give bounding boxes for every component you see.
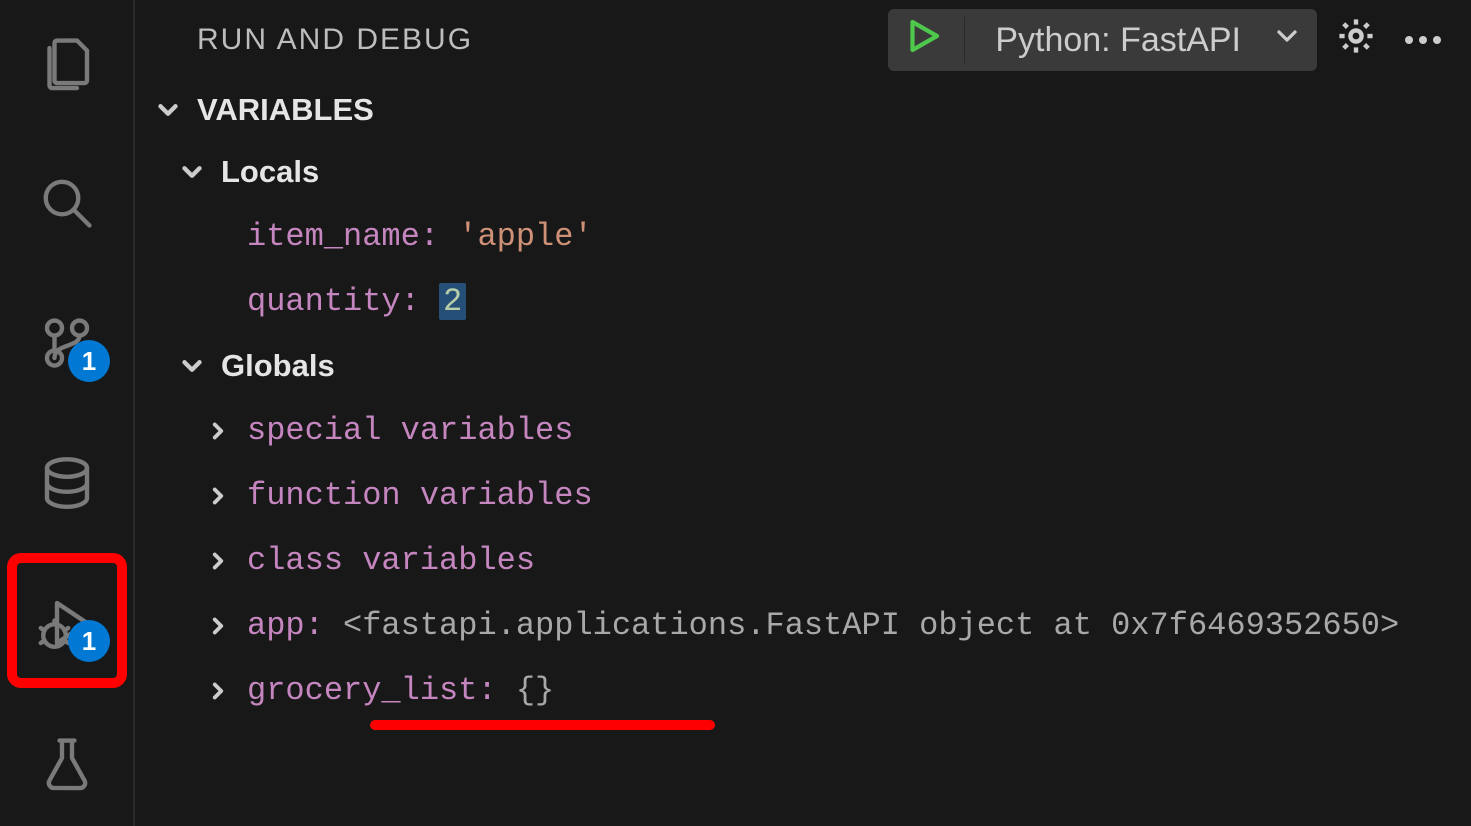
section-variables-header[interactable]: VARIABLES [135, 80, 1471, 140]
search-icon [37, 173, 97, 233]
play-icon [902, 15, 944, 57]
start-debug-button[interactable] [902, 15, 944, 65]
activity-search[interactable] [0, 168, 133, 238]
activity-data[interactable] [0, 448, 133, 518]
variable-row[interactable]: special variables [135, 398, 1471, 463]
activity-scm[interactable]: 1 [0, 308, 133, 378]
variable-name: grocery_list [247, 672, 477, 709]
ellipsis-icon [1405, 36, 1441, 44]
variable-row[interactable]: class variables [135, 528, 1471, 593]
chevron-right-icon [205, 418, 231, 444]
expand-chevron[interactable] [203, 678, 233, 704]
variable-value: 2 [439, 283, 466, 320]
divider [964, 17, 965, 63]
annotation-underline [370, 720, 715, 730]
section-variables-label: VARIABLES [197, 92, 374, 128]
chevron-down-icon [177, 351, 207, 381]
variable-name: item_name [247, 218, 420, 255]
scope-globals-header[interactable]: Globals [135, 334, 1471, 398]
variable-row[interactable]: item_name: 'apple' [135, 204, 1471, 269]
database-icon [37, 453, 97, 513]
variable-row[interactable]: app: <fastapi.applications.FastAPI objec… [135, 593, 1471, 658]
variable-row[interactable]: quantity: 2 [135, 269, 1471, 334]
debug-badge: 1 [68, 620, 110, 662]
variable-row[interactable]: grocery_list: {} [135, 658, 1471, 723]
scope-locals-header[interactable]: Locals [135, 140, 1471, 204]
chevron-right-icon [205, 613, 231, 639]
expand-chevron[interactable] [203, 418, 233, 444]
chevron-right-icon [205, 483, 231, 509]
debug-config-selector[interactable]: Python: FastAPI [888, 9, 1317, 71]
variable-value: 'apple' [458, 218, 592, 255]
variable-name: function variables [247, 477, 593, 514]
expand-chevron[interactable] [203, 548, 233, 574]
variable-name: quantity [247, 283, 401, 320]
panel-top-actions [1335, 15, 1441, 65]
activity-bar: 1 1 [0, 0, 135, 826]
chevron-down-icon [1271, 20, 1303, 52]
activity-explorer[interactable] [0, 28, 133, 98]
files-icon [37, 33, 97, 93]
panel-title: RUN AND DEBUG [165, 23, 888, 57]
debug-settings-button[interactable] [1335, 15, 1377, 65]
chevron-right-icon [205, 548, 231, 574]
expand-chevron[interactable] [203, 483, 233, 509]
scope-label: Locals [221, 154, 319, 190]
variable-name: app [247, 607, 305, 644]
variable-row[interactable]: function variables [135, 463, 1471, 528]
scope-label: Globals [221, 348, 335, 384]
run-debug-panel: RUN AND DEBUG Python: FastAPI [135, 0, 1471, 826]
gear-icon [1335, 15, 1377, 57]
variable-value: {} [516, 672, 554, 709]
activity-testing[interactable] [0, 728, 133, 798]
variable-name: class variables [247, 542, 535, 579]
chevron-down-icon [153, 95, 183, 125]
beaker-icon [37, 733, 97, 793]
panel-header: RUN AND DEBUG Python: FastAPI [135, 0, 1471, 80]
activity-run-debug[interactable]: 1 [0, 588, 133, 658]
variable-name: special variables [247, 412, 573, 449]
chevron-right-icon [205, 678, 231, 704]
debug-config-name: Python: FastAPI [985, 21, 1251, 60]
expand-chevron[interactable] [203, 613, 233, 639]
variable-value: <fastapi.applications.FastAPI object at … [343, 607, 1399, 644]
panel-more-button[interactable] [1405, 36, 1441, 44]
config-dropdown-chevron[interactable] [1271, 20, 1303, 60]
chevron-down-icon [177, 157, 207, 187]
scm-badge: 1 [68, 340, 110, 382]
